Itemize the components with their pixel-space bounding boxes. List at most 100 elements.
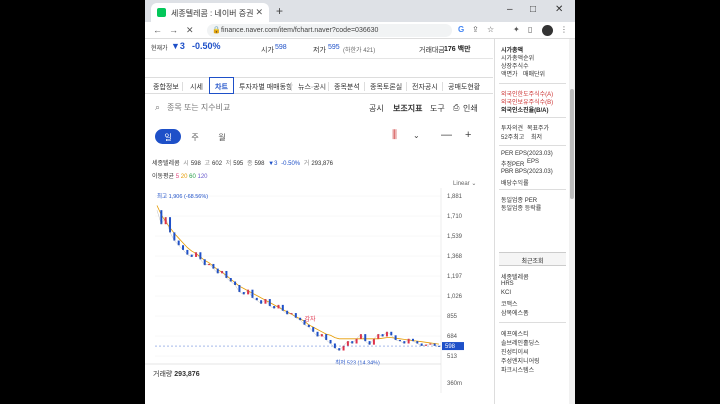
tab-news[interactable]: 뉴스·공시 (298, 82, 326, 92)
stock-summary-bar: 현재가 ▼3 -0.50% 시가 598 저가 595 (하한가 421) 거래… (145, 39, 493, 59)
page-scrollbar[interactable] (569, 39, 575, 404)
zoom-in-icon[interactable]: + (465, 129, 471, 141)
back-icon[interactable]: ← (153, 25, 162, 35)
zoom-out-icon[interactable]: — (441, 129, 452, 141)
ohlc-info: 세종텔레콤 시 598 고 602 저 595 종 598 ▼3 -0.50% 거 293… (152, 161, 334, 167)
popular-item[interactable]: 진성티이씨 (501, 347, 529, 356)
tab-discussion[interactable]: 종목토론실 (370, 82, 402, 92)
recent-item[interactable]: 코맥스 (501, 299, 518, 308)
recent-item[interactable]: HRS (501, 281, 514, 287)
stock-main-tabs: 종합정보 시세 차트 투자자별 매매동향 뉴스·공시 종목분석 종목토론실 전자… (145, 77, 493, 94)
price-series-line (156, 210, 440, 351)
tab-summary[interactable]: 종합정보 (153, 82, 179, 92)
browser-window: 세종텔레콤 : 네이버 증권 ✕ + – □ ✕ ← → ✕ 🔒 finance… (145, 0, 575, 404)
print-icon[interactable]: ⎙ (453, 103, 459, 113)
high-price-label: 최고 1,906 (-68.56%) (157, 192, 208, 200)
ma-series-line (156, 205, 440, 345)
share-icon[interactable]: ⇪ (472, 25, 479, 34)
tools-button[interactable]: 도구 (430, 103, 445, 114)
recent-item[interactable]: 삼목에스폼 (501, 308, 529, 317)
low-value: 595 (328, 44, 340, 51)
y-tick-label: 855 (447, 314, 458, 320)
open-label: 시가 (261, 47, 274, 54)
indicator-button[interactable]: 보조지표 (393, 103, 422, 114)
print-button[interactable]: 인쇄 (463, 103, 478, 114)
chart-annotation: 감자 (305, 315, 317, 323)
close-tab-icon[interactable]: ✕ (255, 7, 263, 18)
chart-type-dropdown-icon[interactable]: ⌄ (413, 131, 420, 140)
lock-icon: 🔒 (212, 27, 221, 34)
close-window-icon[interactable]: ✕ (555, 4, 563, 15)
menu-kebab-icon[interactable]: ⋮ (560, 25, 568, 34)
extensions-icon[interactable]: ✦ (513, 25, 520, 34)
current-price-label: 598 (445, 344, 456, 350)
forward-icon[interactable]: → (169, 25, 178, 35)
recent-item[interactable]: 세종텔레콤 (501, 272, 529, 281)
low-limit: (하한가 421) (343, 48, 376, 54)
google-icon[interactable]: G (458, 25, 464, 34)
trade-amount-label: 거래대금 (419, 47, 445, 54)
ma-120[interactable]: 120 (198, 174, 208, 180)
minimize-icon[interactable]: – (507, 4, 513, 15)
stop-icon[interactable]: ✕ (186, 25, 194, 36)
tab-price[interactable]: 시세 (190, 82, 203, 92)
popular-item[interactable]: 솔브레인홀딩스 (501, 338, 540, 347)
browser-tab[interactable]: 세종텔레콤 : 네이버 증권 ✕ (151, 3, 269, 22)
trade-amount-value: 176 백만 (444, 46, 471, 53)
stock-sidebar: 시가총액 시가총액순위 상장주식수 액면가 매매단위 외국인한도주식수(A) 외… (494, 39, 569, 404)
volume-info: 거래량 293,876 (153, 371, 200, 378)
popular-item[interactable]: 주성엔지니어링 (501, 356, 540, 365)
candle-chart-icon[interactable]: ⫼ (392, 129, 397, 142)
low-price-label: 최저 523 (14.34%) (335, 359, 380, 367)
profile-avatar[interactable] (542, 25, 553, 36)
search-icon: ⌕ (155, 102, 161, 112)
url-text: finance.naver.com/item/fchart.naver?code… (221, 27, 379, 34)
y-tick-label: 1,710 (447, 214, 463, 220)
mini-change: ▼3 (171, 41, 185, 51)
info-stock-name: 세종텔레콤 (152, 161, 180, 167)
url-field[interactable]: 🔒 finance.naver.com/item/fchart.naver?co… (207, 24, 452, 37)
period-month[interactable]: 월 (209, 129, 235, 144)
scale-dropdown[interactable]: Linear ⌄ (453, 180, 476, 187)
ma-60[interactable]: 60 (189, 174, 196, 180)
recent-item[interactable]: KCI (501, 290, 511, 296)
naver-favicon-icon (157, 8, 166, 17)
volume-axis-label: 360m (447, 381, 462, 387)
maximize-icon[interactable]: □ (530, 4, 536, 15)
popular-item[interactable]: 에프에스티 (501, 329, 529, 338)
ma-5[interactable]: 5 (176, 174, 179, 180)
new-tab-icon[interactable]: + (276, 4, 283, 18)
ma-20[interactable]: 20 (181, 174, 188, 180)
tab-disclosure[interactable]: 전자공시 (412, 82, 438, 92)
disclosure-toggle[interactable]: 공시 (369, 103, 384, 114)
price-chart[interactable]: 1,881 1,710 1,539 1,368 1,197 1,026 855 684 513 최… (145, 188, 493, 398)
compare-search-input[interactable] (167, 100, 317, 115)
chart-search-row: ⌕ 공시 보조지표 도구 ⎙ 인쇄 (145, 96, 493, 120)
mini-price-label: 현재가 (151, 46, 168, 52)
sidepanel-icon[interactable]: ▯ (528, 25, 532, 34)
bookmark-star-icon[interactable]: ☆ (487, 25, 494, 34)
moving-average-legend: 이동평균 5 20 60 120 (152, 174, 208, 180)
period-week[interactable]: 주 (182, 129, 208, 144)
period-day[interactable]: 일 (155, 129, 181, 144)
period-selector: 일 주 월 ⫼ ⌄ — + (145, 126, 493, 148)
address-bar: ← → ✕ 🔒 finance.naver.com/item/fchart.na… (145, 22, 575, 39)
y-tick-label: 513 (447, 354, 458, 360)
tab-bar: 세종텔레콤 : 네이버 증권 ✕ + – □ ✕ (145, 0, 575, 22)
tab-investor-trend[interactable]: 투자자별 매매동향 (239, 82, 292, 92)
scrollbar-thumb[interactable] (570, 89, 574, 199)
tab-analysis[interactable]: 종목분석 (334, 82, 360, 92)
y-tick-label: 684 (447, 334, 458, 340)
tab-short-selling[interactable]: 공매도현황 (448, 82, 480, 92)
y-tick-label: 1,881 (447, 194, 463, 200)
tab-chart[interactable]: 차트 (209, 77, 234, 94)
y-tick-label: 1,197 (447, 274, 463, 280)
y-tick-label: 1,368 (447, 254, 463, 260)
y-tick-label: 1,026 (447, 294, 463, 300)
popular-item[interactable]: 파크시스템스 (501, 365, 534, 374)
low-label: 저가 (313, 47, 326, 54)
open-value: 598 (275, 44, 287, 51)
y-tick-label: 1,539 (447, 234, 463, 240)
recent-views-header[interactable]: 최근조회 (499, 252, 566, 266)
mini-rate: -0.50% (192, 41, 221, 51)
